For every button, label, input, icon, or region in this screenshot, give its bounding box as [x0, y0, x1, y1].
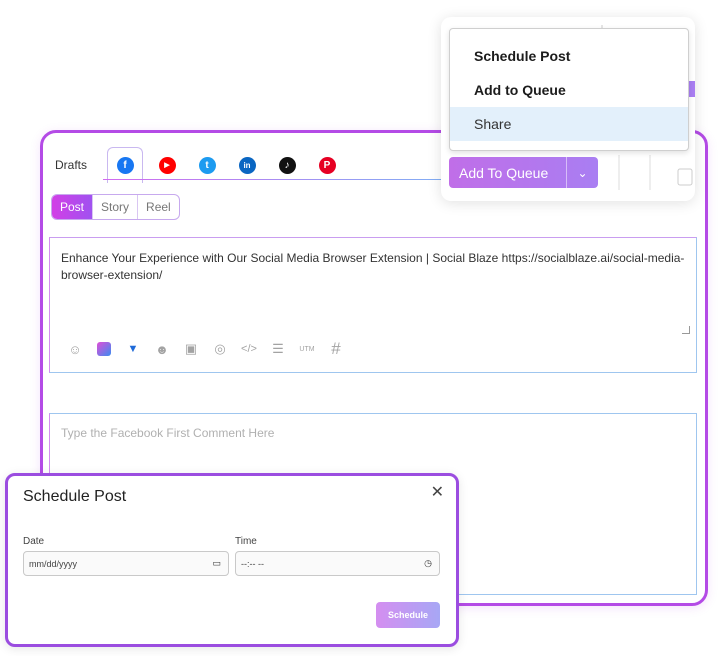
menu-item-schedule-post[interactable]: Schedule Post	[450, 39, 688, 73]
modal-title: Schedule Post	[23, 488, 127, 505]
youtube-icon: ▶	[158, 156, 176, 174]
vista-icon[interactable]: ▼	[120, 340, 146, 358]
close-icon[interactable]: ✕	[431, 482, 444, 502]
add-to-queue-button[interactable]: Add To Queue	[449, 157, 566, 188]
tab-facebook[interactable]: f	[107, 147, 143, 183]
sticker-icon[interactable]: ☻	[149, 340, 175, 358]
time-field[interactable]: --:-- -- ◷	[235, 551, 440, 576]
editor-toolbar: ☺ ▼ ☻ ▣ ◎ </> ☰ UTM #	[62, 339, 352, 358]
clock-icon[interactable]: ◷	[424, 558, 432, 569]
tab-pinterest[interactable]: P	[307, 148, 347, 182]
post-text-editor[interactable]: Enhance Your Experience with Our Social …	[49, 237, 697, 373]
tab-drafts[interactable]: Drafts	[55, 158, 107, 172]
post-type-reel[interactable]: Reel	[137, 195, 179, 219]
publish-dropdown-menu: Schedule Post Add to Queue Share	[449, 28, 689, 151]
facebook-icon: f	[116, 157, 134, 174]
utm-icon[interactable]: UTM	[294, 340, 320, 358]
time-label: Time	[235, 536, 257, 547]
schedule-post-modal: Schedule Post ✕ Date mm/dd/yyyy ▭ Time -…	[5, 473, 459, 647]
image-icon[interactable]: ▣	[178, 340, 204, 358]
tiktok-icon: ♪	[278, 156, 296, 174]
tab-tiktok[interactable]: ♪	[267, 148, 307, 182]
post-type-post[interactable]: Post	[52, 195, 93, 219]
network-tabs: Drafts f ▶ t in ♪ P	[55, 147, 347, 183]
resize-handle[interactable]	[682, 326, 690, 334]
chevron-down-icon[interactable]: ⌄	[566, 157, 598, 188]
code-icon[interactable]: </>	[236, 340, 262, 358]
pinterest-icon: P	[318, 156, 336, 174]
post-type-story[interactable]: Story	[92, 195, 137, 219]
menu-item-add-to-queue[interactable]: Add to Queue	[450, 73, 688, 107]
first-comment-placeholder: Type the Facebook First Comment Here	[61, 426, 275, 440]
date-placeholder: mm/dd/yyyy	[29, 558, 78, 569]
linkedin-icon: in	[238, 156, 256, 174]
tabs-divider	[103, 179, 453, 180]
template-icon[interactable]: ☰	[265, 340, 291, 358]
hashtag-icon[interactable]: #	[323, 339, 349, 358]
schedule-button[interactable]: Schedule	[376, 602, 440, 628]
twitter-icon: t	[198, 156, 216, 174]
calendar-icon[interactable]: ▭	[212, 558, 221, 569]
tab-linkedin[interactable]: in	[227, 148, 267, 182]
post-text[interactable]: Enhance Your Experience with Our Social …	[61, 250, 686, 284]
post-type-selector: Post Story Reel	[51, 194, 180, 220]
add-to-queue-split-button: Add To Queue ⌄	[449, 157, 598, 188]
target-icon[interactable]: ◎	[207, 340, 233, 358]
date-label: Date	[23, 536, 45, 547]
time-placeholder: --:-- --	[241, 558, 264, 569]
tab-twitter[interactable]: t	[187, 148, 227, 182]
tab-youtube[interactable]: ▶	[147, 148, 187, 182]
menu-item-share[interactable]: Share	[450, 107, 688, 141]
canva-icon[interactable]	[91, 340, 117, 358]
date-field[interactable]: mm/dd/yyyy ▭	[23, 551, 229, 576]
emoji-smile-icon[interactable]: ☺	[62, 340, 88, 358]
